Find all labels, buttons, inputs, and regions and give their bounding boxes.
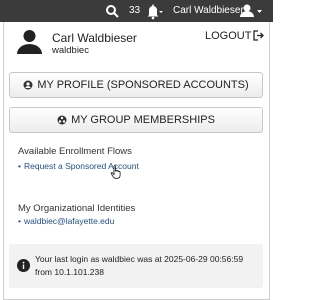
top-bar: 33 Carl Waldbieser <box>0 0 273 22</box>
logout-icon <box>253 30 265 41</box>
my-groups-label: MY GROUP MEMBERSHIPS <box>71 114 215 126</box>
my-groups-button[interactable]: MY GROUP MEMBERSHIPS <box>9 107 263 133</box>
identity-email-link[interactable]: waldbiec@lafayette.edu <box>24 216 114 226</box>
my-profile-button[interactable]: MY PROFILE (SPONSORED ACCOUNTS) <box>9 72 263 98</box>
search-icon[interactable] <box>105 4 119 18</box>
hand-cursor-icon <box>110 165 121 179</box>
user-icon[interactable] <box>238 2 264 20</box>
notification-count[interactable]: 33 <box>129 4 140 18</box>
org-identities-title: My Organizational Identities <box>18 203 136 214</box>
user-circle-icon <box>23 80 33 90</box>
bullet: • <box>18 161 21 171</box>
avatar-icon <box>17 30 42 54</box>
last-login-text: Your last login as waldbiec was at 2025-… <box>35 254 244 277</box>
logout-label: LOGOUT <box>205 30 252 42</box>
bullet: • <box>18 216 21 226</box>
bell-icon[interactable] <box>142 2 164 20</box>
last-login-info: Your last login as waldbiec was at 2025-… <box>9 244 263 288</box>
profile-name: Carl Waldbieser <box>52 31 137 45</box>
profile-id: waldbiec <box>52 45 89 56</box>
my-profile-label: MY PROFILE (SPONSORED ACCOUNTS) <box>37 79 249 91</box>
group-icon <box>57 115 67 125</box>
logout-button[interactable]: LOGOUT <box>205 30 265 43</box>
list-item: • waldbiec@lafayette.edu <box>18 216 114 227</box>
topbar-username[interactable]: Carl Waldbieser <box>173 4 244 18</box>
enrollment-flows-title: Available Enrollment Flows <box>18 146 132 157</box>
info-icon <box>17 259 30 272</box>
